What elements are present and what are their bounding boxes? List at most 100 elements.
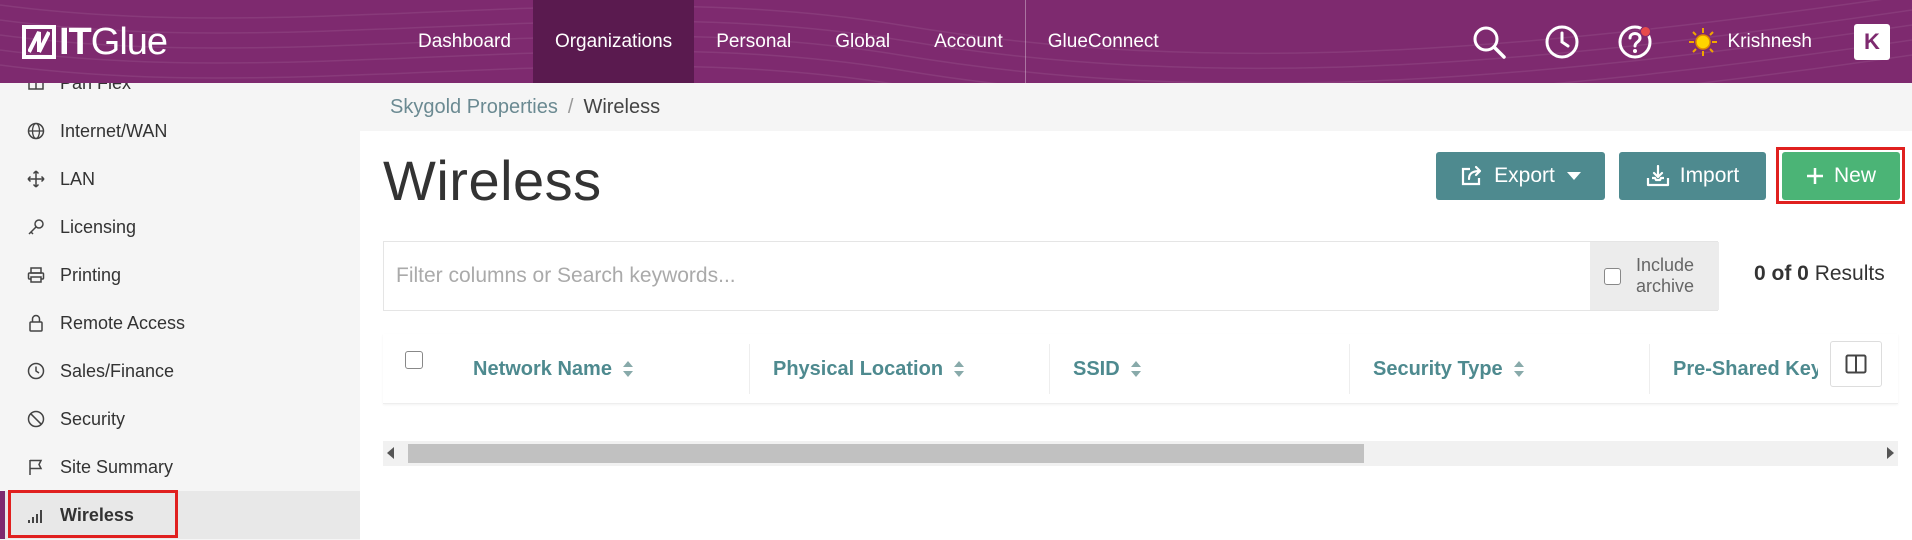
new-button[interactable]: New: [1782, 152, 1900, 200]
filter-bar: Include archive: [383, 241, 1719, 311]
sidebar-item-remote-access[interactable]: Remote Access: [0, 299, 360, 347]
sidebar-item-label: Wireless: [60, 504, 134, 525]
sidebar-item-label: Internet/WAN: [60, 120, 168, 141]
column-header-security-type[interactable]: Security Type: [1373, 334, 1573, 404]
lock-icon: [26, 313, 46, 333]
sort-icon: [622, 360, 634, 378]
main-nav: Dashboard Organizations Personal Global …: [396, 0, 1181, 83]
import-button[interactable]: Import: [1619, 152, 1766, 200]
include-archive-toggle[interactable]: Include archive: [1590, 242, 1719, 310]
logo-text-light: Glue: [90, 21, 168, 63]
export-button-label: Export: [1494, 164, 1555, 187]
logo-mark-icon: [22, 25, 56, 59]
sort-icon: [1130, 360, 1142, 378]
logo-text-strong: IT: [59, 21, 92, 63]
breadcrumb-organization-link[interactable]: Skygold Properties: [390, 96, 558, 119]
export-icon: [1462, 165, 1482, 186]
sidebar-item-label: Sales/Finance: [60, 360, 175, 381]
scrollbar-thumb[interactable]: [408, 444, 1364, 463]
sidebar-item-label: Site Summary: [60, 456, 174, 477]
nav-glueconnect[interactable]: GlueConnect: [1026, 0, 1181, 83]
include-archive-label: Include archive: [1635, 255, 1695, 296]
nav-personal[interactable]: Personal: [694, 0, 813, 83]
top-right-controls: Krishnesh K: [1469, 0, 1912, 83]
search-icon[interactable]: [1469, 22, 1509, 62]
move-arrows-icon: [26, 169, 46, 189]
sidebar-item-label: LAN: [60, 168, 96, 189]
export-button[interactable]: Export: [1436, 152, 1605, 200]
sidebar-item-label: Licensing: [60, 216, 137, 237]
plus-icon: [1806, 168, 1823, 184]
printer-icon: [26, 265, 46, 285]
notification-dot: [1639, 25, 1651, 37]
search-input[interactable]: [384, 242, 1590, 310]
column-header-label: SSID: [1073, 357, 1120, 380]
top-navigation-bar: ITGlue Dashboard Organizations Personal …: [0, 0, 1912, 83]
nav-global[interactable]: Global: [813, 0, 912, 83]
nav-organizations[interactable]: Organizations: [532, 0, 695, 83]
sidebar: Pan Flex Internet/WAN LAN Licensing Prin…: [0, 83, 360, 540]
help-icon[interactable]: [1615, 22, 1655, 62]
breadcrumb-separator: /: [567, 95, 574, 118]
column-divider: [1049, 344, 1050, 394]
columns-icon: [1845, 354, 1867, 374]
import-icon: [1646, 165, 1669, 187]
caret-down-icon: [1566, 172, 1581, 180]
column-divider: [749, 344, 750, 394]
sidebar-item-printing[interactable]: Printing: [0, 251, 360, 299]
sidebar-item-sales-finance[interactable]: Sales/Finance: [0, 347, 360, 395]
user-name: Krishnesh: [1727, 30, 1813, 52]
include-archive-checkbox[interactable]: [1604, 267, 1621, 285]
column-header-network-name[interactable]: Network Name: [473, 334, 673, 404]
avatar: [1688, 27, 1717, 56]
column-header-label: Pre-Shared Key: [1673, 357, 1818, 380]
nav-dashboard[interactable]: Dashboard: [396, 0, 533, 83]
column-divider: [1649, 344, 1650, 394]
key-icon: [26, 217, 46, 237]
sidebar-item-licensing[interactable]: Licensing: [0, 203, 360, 251]
sidebar-item-lan[interactable]: LAN: [0, 155, 360, 203]
sidebar-item-internet-wan[interactable]: Internet/WAN: [0, 107, 360, 155]
page-title: Wireless: [383, 149, 602, 212]
new-button-label: New: [1833, 164, 1876, 187]
horizontal-scrollbar[interactable]: [383, 441, 1898, 466]
sidebar-item-label: Remote Access: [60, 312, 186, 333]
history-icon[interactable]: [1542, 22, 1582, 62]
column-toggle-button[interactable]: [1830, 341, 1882, 387]
nav-account[interactable]: Account: [912, 0, 1025, 83]
itglue-logo[interactable]: ITGlue: [22, 21, 168, 63]
results-label: Results: [1808, 262, 1885, 285]
sidebar-item-label: Printing: [60, 264, 122, 285]
column-header-ssid[interactable]: SSID: [1073, 334, 1173, 404]
clock-icon: [26, 361, 46, 381]
sort-icon: [953, 360, 965, 378]
ban-icon: [26, 409, 46, 429]
select-all-checkbox[interactable]: [405, 351, 423, 369]
sidebar-item-label: Pan Flex: [60, 83, 131, 94]
sidebar-item-site-summary[interactable]: Site Summary: [0, 443, 360, 491]
sidebar-item-security[interactable]: Security: [0, 395, 360, 443]
column-header-physical-location[interactable]: Physical Location: [773, 334, 993, 404]
table-header: Network Name Physical Location SSID Secu…: [383, 334, 1898, 404]
import-button-label: Import: [1679, 164, 1740, 187]
globe-icon: [26, 121, 46, 141]
sidebar-item-wireless[interactable]: Wireless: [0, 491, 360, 539]
breadcrumb-current: Wireless: [583, 95, 661, 118]
column-divider: [1349, 344, 1350, 394]
sidebar-item-label: Security: [60, 408, 126, 429]
patch-panel-icon: [26, 83, 46, 93]
user-menu[interactable]: Krishnesh: [1688, 27, 1813, 57]
scroll-right-arrow-icon[interactable]: [1887, 447, 1894, 459]
column-header-label: Network Name: [473, 357, 612, 380]
results-number: 0 of 0: [1754, 262, 1809, 285]
column-header-label: Physical Location: [773, 357, 944, 380]
scroll-left-arrow-icon[interactable]: [387, 447, 394, 459]
flag-icon: [26, 457, 46, 477]
results-count: 0 of 0 Results: [1754, 262, 1885, 286]
app-switcher-button[interactable]: K: [1854, 23, 1890, 60]
signal-bars-icon: [26, 505, 46, 525]
column-header-label: Security Type: [1373, 357, 1503, 380]
column-header-pre-shared-key[interactable]: Pre-Shared Key: [1673, 334, 1818, 404]
sort-icon: [1513, 360, 1525, 378]
sidebar-item-pan-flex[interactable]: Pan Flex: [0, 83, 360, 107]
